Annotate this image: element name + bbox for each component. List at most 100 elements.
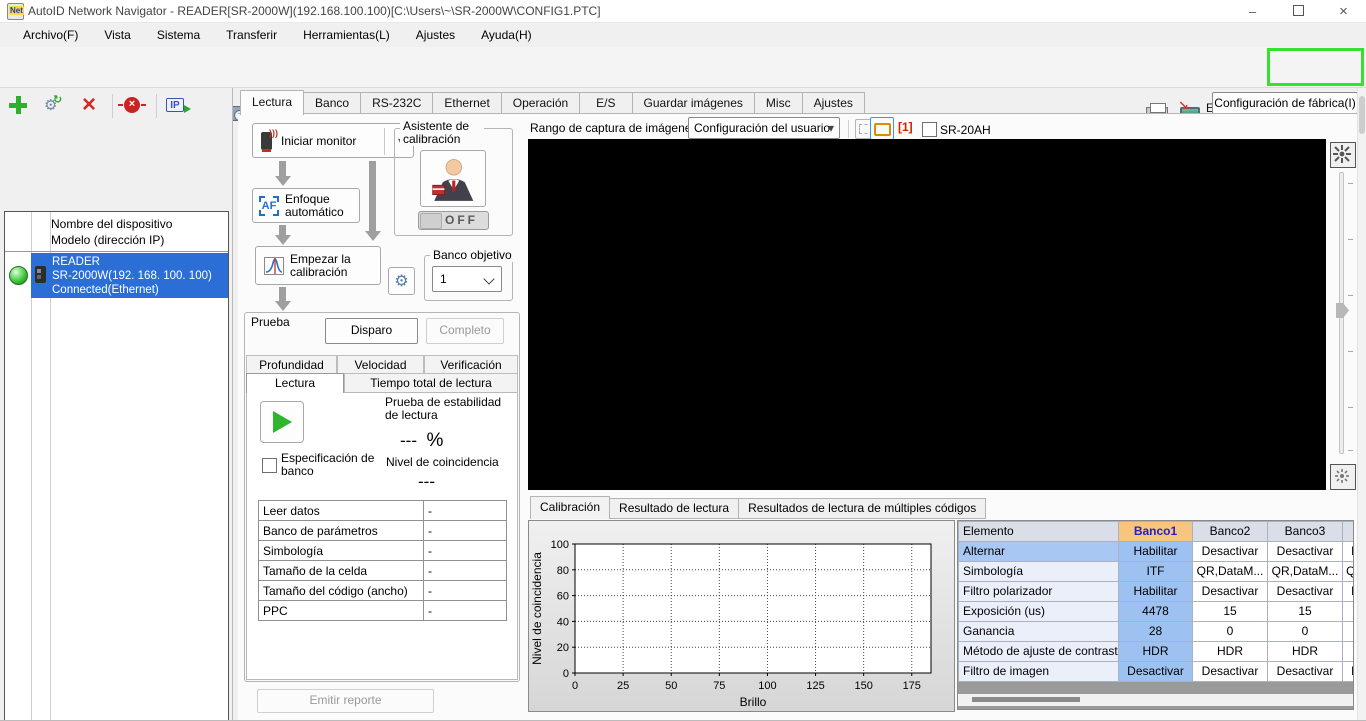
bank-cell[interactable]: Habilitar [1119, 542, 1193, 562]
svg-text:75: 75 [713, 680, 725, 692]
menu-vista[interactable]: Vista [91, 23, 143, 47]
target-bank-select[interactable]: 1 [432, 266, 502, 292]
minimize-button[interactable]: – [1230, 0, 1275, 23]
add-device-icon[interactable] [9, 96, 27, 114]
bank-cell[interactable]: 28 [1119, 622, 1193, 642]
window-vscrollbar[interactable] [1357, 88, 1366, 720]
wizard-off-toggle[interactable]: OFF [418, 211, 489, 230]
vscroll-thumb[interactable] [1359, 96, 1365, 134]
disconnect-icon[interactable]: × [118, 97, 146, 113]
bank-cell[interactable]: 4478 [1119, 602, 1193, 622]
bank-cell[interactable]: 15 [1193, 602, 1268, 622]
restore-button[interactable] [1276, 0, 1321, 23]
capture-range-select[interactable]: Configuración del usuario ▾ [688, 117, 840, 139]
menu-ajustes[interactable]: Ajustes [403, 23, 468, 47]
menu-archivo[interactable]: Archivo(F) [10, 23, 91, 47]
bank-cell[interactable]: ITF [1119, 562, 1193, 582]
bank-cell[interactable]: Desactivar [1343, 542, 1353, 562]
bank-cell[interactable]: QR,DataM... [1268, 562, 1343, 582]
tab-operacion[interactable]: Operación [501, 92, 581, 115]
bank-cell[interactable]: 0 [1193, 622, 1268, 642]
tab-rs232c[interactable]: RS-232C [361, 92, 434, 115]
bank-col-header[interactable]: Elemento [959, 522, 1119, 542]
ip-settings-icon[interactable]: IP [166, 98, 191, 113]
autofocus-button[interactable]: AF Enfoque automático [252, 188, 360, 223]
bank-cell[interactable]: QR,DataM... [1343, 562, 1353, 582]
bank-col-header[interactable]: Banco1 [1119, 522, 1193, 542]
start-test-button[interactable] [260, 401, 304, 443]
tab-ethernet[interactable]: Ethernet [433, 92, 502, 115]
menu-sistema[interactable]: Sistema [144, 23, 213, 47]
menu-transferir[interactable]: Transferir [213, 23, 290, 47]
bank-row-label[interactable]: Exposición (us) [959, 602, 1119, 622]
bank-cell[interactable]: Desactivar [1268, 582, 1343, 602]
range-custom-button[interactable] [870, 117, 894, 140]
test-tab-verificacion[interactable]: Verificación [424, 355, 518, 374]
tab-resultado-lectura[interactable]: Resultado de lectura [610, 498, 740, 519]
target-bank-label: Banco objetivo [430, 248, 515, 262]
emit-report-button[interactable]: Emitir reporte [257, 689, 434, 713]
bank-cell[interactable]: 0 [1268, 622, 1343, 642]
test-tab-profundidad[interactable]: Profundidad [246, 355, 337, 374]
delete-device-icon[interactable]: × [82, 93, 96, 117]
tab-es[interactable]: E/S [580, 92, 633, 115]
calibration-wizard-button[interactable] [420, 150, 486, 207]
bank-row-label[interactable]: Alternar [959, 542, 1119, 562]
factory-config-button[interactable]: Configuración de fábrica(I) [1212, 92, 1358, 114]
bank-cell[interactable]: Desactivar [1119, 662, 1193, 682]
tab-calibracion[interactable]: Calibración [530, 496, 611, 519]
bank-col-header[interactable]: Banco4 [1343, 522, 1353, 542]
refresh-devices-icon[interactable]: ⚙ ↻ [44, 94, 62, 114]
start-monitor-button[interactable]: ))) Iniciar monitor ▾ [252, 123, 414, 158]
sr20ah-checkbox[interactable] [922, 122, 937, 137]
bank-cell[interactable]: HDR [1343, 642, 1353, 662]
complete-button[interactable]: Completo [426, 318, 504, 344]
menu-herramientas[interactable]: Herramientas(L) [290, 23, 403, 47]
bank-cell[interactable]: Desactivar [1343, 582, 1353, 602]
bank-table-hscrollbar[interactable] [958, 694, 1353, 706]
bank-col-header[interactable]: Banco3 [1268, 522, 1343, 542]
menu-ayuda[interactable]: Ayuda(H) [468, 23, 544, 47]
bank-cell[interactable]: Desactivar [1268, 542, 1343, 562]
bank-cell[interactable]: Desactivar [1193, 662, 1268, 682]
bank-row-label[interactable]: Método de ajuste de contraste [959, 642, 1119, 662]
bank-cell[interactable]: 15 [1268, 602, 1343, 622]
tab-resultados-multiples[interactable]: Resultados de lectura de múltiples códig… [739, 498, 987, 519]
bank-cell[interactable]: Desactivar [1268, 662, 1343, 682]
start-calibration-button[interactable]: Empezar la calibración [255, 246, 381, 285]
test-tab-lectura[interactable]: Lectura [246, 373, 344, 393]
bank-row-label[interactable]: Filtro de imagen [959, 662, 1119, 682]
bank-cell[interactable]: 15 [1343, 602, 1353, 622]
camera-image-view[interactable] [528, 139, 1326, 490]
code-position-button[interactable]: [1] [897, 119, 917, 137]
bank-cell[interactable]: Desactivar [1343, 662, 1353, 682]
bank-spec-checkbox[interactable] [262, 458, 277, 473]
bank-col-header[interactable]: Banco2 [1193, 522, 1268, 542]
tab-banco[interactable]: Banco [304, 92, 362, 115]
zoom-out-button[interactable] [1330, 464, 1356, 490]
tab-lectura[interactable]: Lectura [240, 90, 305, 115]
test-tab-velocidad[interactable]: Velocidad [337, 355, 424, 374]
trigger-button[interactable]: Disparo [325, 318, 418, 344]
bank-cell[interactable]: HDR [1119, 642, 1193, 662]
tab-misc[interactable]: Misc [754, 92, 803, 115]
bank-row-label[interactable]: Filtro polarizador [959, 582, 1119, 602]
zoom-in-button[interactable] [1330, 142, 1356, 168]
close-button[interactable]: × [1321, 0, 1366, 23]
bank-row-label[interactable]: Simbología [959, 562, 1119, 582]
bank-cell[interactable]: Desactivar [1193, 542, 1268, 562]
bank-row-label[interactable]: Ganancia [959, 622, 1119, 642]
calibration-settings-button[interactable]: ⚙ [388, 267, 415, 295]
toggle-handle[interactable] [420, 213, 442, 229]
hscroll-thumb[interactable] [972, 697, 1080, 702]
bank-cell[interactable]: HDR [1193, 642, 1268, 662]
tab-guardar-imagenes[interactable]: Guardar imágenes [632, 92, 755, 115]
bank-cell[interactable]: QR,DataM... [1193, 562, 1268, 582]
bank-cell[interactable]: Habilitar [1119, 582, 1193, 602]
tab-ajustes[interactable]: Ajustes [802, 92, 865, 115]
bank-cell[interactable]: Desactivar [1193, 582, 1268, 602]
test-tab-tiempo-total[interactable]: Tiempo total de lectura [344, 373, 518, 393]
bank-cell[interactable]: 0 [1343, 622, 1353, 642]
bank-cell[interactable]: HDR [1268, 642, 1343, 662]
device-row-selected[interactable]: READER SR-2000W(192. 168. 100. 100) Conn… [5, 253, 228, 298]
